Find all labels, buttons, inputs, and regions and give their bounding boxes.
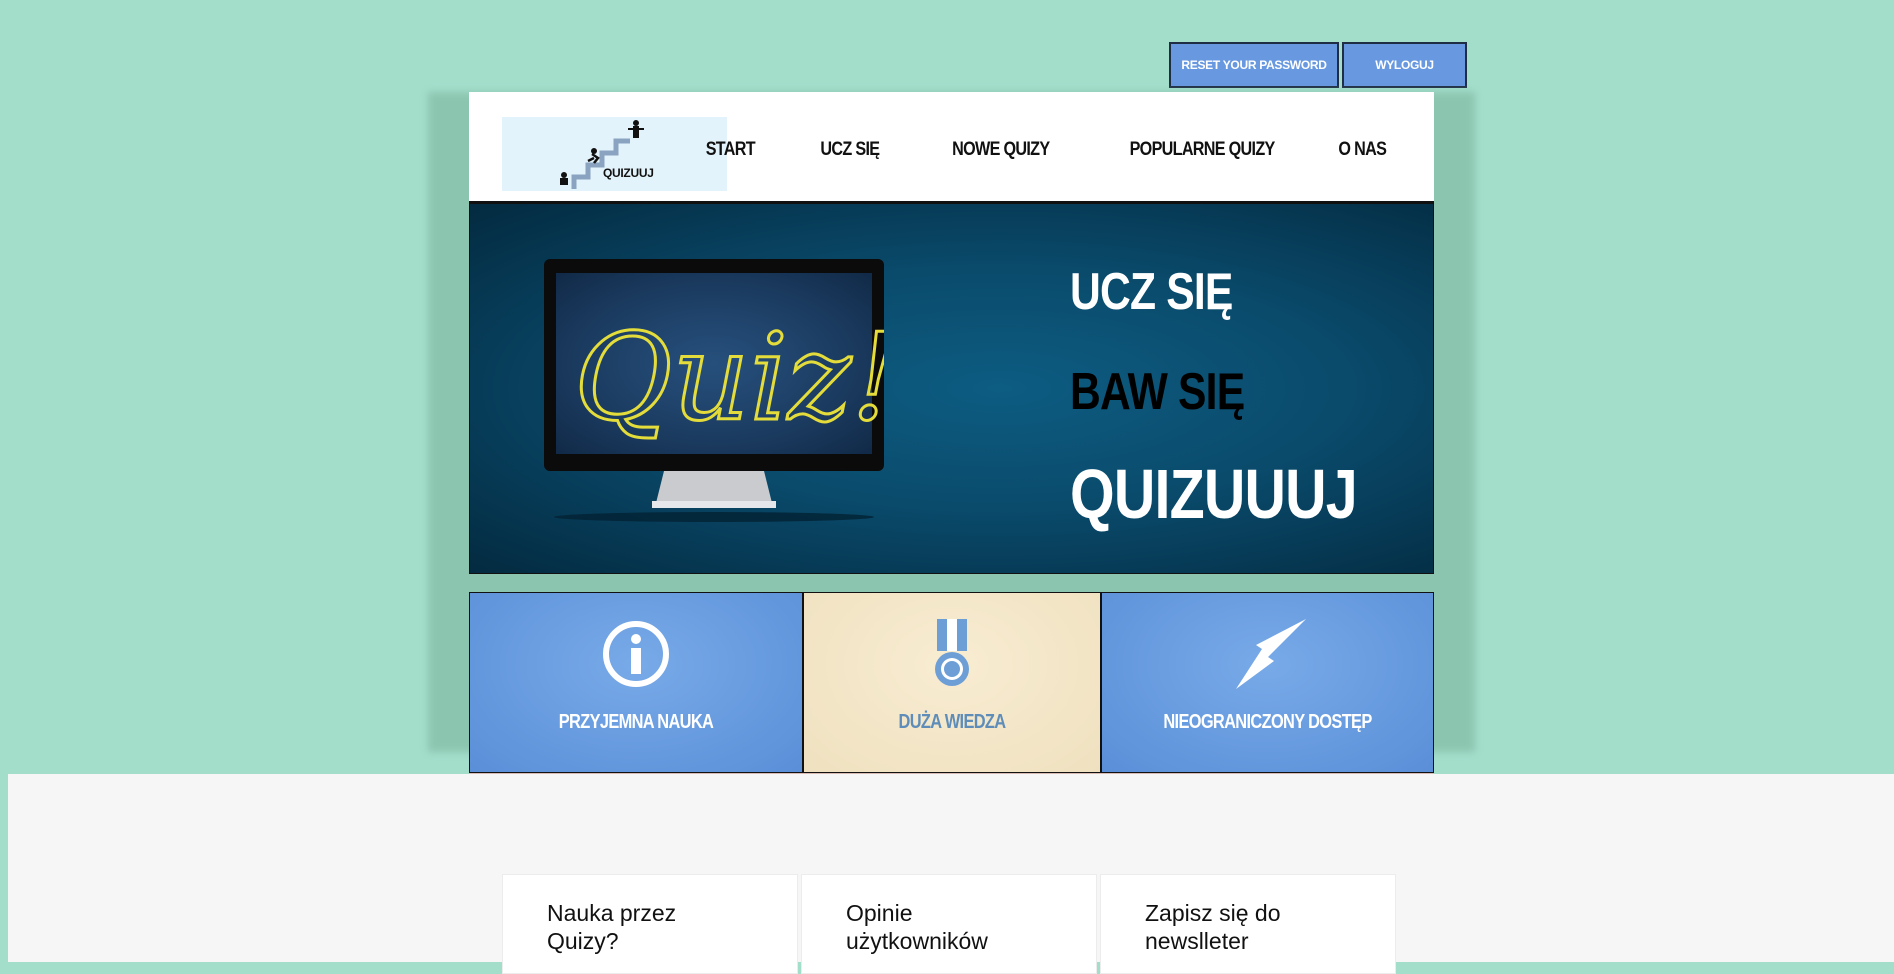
card-title: Zapisz się do newslleter <box>1145 900 1281 954</box>
hero-banner: Quiz! UCZ SIĘ BAW SIĘ QUIZUUUJ <box>469 203 1434 574</box>
feature-pleasant-learning[interactable]: PRZYJEMNA NAUKA <box>469 592 803 773</box>
nav-item-o-nas[interactable]: O NAS <box>1338 139 1386 161</box>
logo-text: QUIZUUJ <box>603 166 654 180</box>
card-title: Nauka przez Quizy? <box>547 900 677 954</box>
card-title: Opinie użytkowników <box>846 900 988 954</box>
nav-item-nowe-quizy[interactable]: NOWE QUIZY <box>952 139 1050 161</box>
info-icon <box>603 621 669 687</box>
main-container: QUIZUUJ START UCZ SIĘ NOWE QUIZY POPULAR… <box>469 92 1434 804</box>
lightning-icon <box>1235 619 1306 689</box>
nav-item-ucz-sie[interactable]: UCZ SIĘ <box>821 139 881 161</box>
feature-great-knowledge[interactable]: DUŻA WIEDZA <box>803 592 1101 773</box>
top-button-bar: RESET YOUR PASSWORD WYLOGUJ <box>1169 42 1467 88</box>
nav-item-start[interactable]: START <box>706 139 756 161</box>
features-row: PRZYJEMNA NAUKA DUŻA WIEDZA NIEOGRANICZO… <box>469 592 1434 773</box>
main-nav: START UCZ SIĘ NOWE QUIZY POPULARNE QUIZY… <box>642 139 1387 161</box>
card-newsletter-signup[interactable]: Zapisz się do newslleter <box>1100 874 1396 974</box>
reset-password-button[interactable]: RESET YOUR PASSWORD <box>1169 42 1339 88</box>
feature-unlimited-access[interactable]: NIEOGRANICZONY DOSTĘP <box>1101 592 1434 773</box>
lower-section: Nauka przez Quizy? Opinie użytkowników Z… <box>8 774 1894 974</box>
feature-label: PRZYJEMNA NAUKA <box>558 711 714 733</box>
hero-line-play: BAW SIĘ <box>1070 363 1245 421</box>
site-header: QUIZUUJ START UCZ SIĘ NOWE QUIZY POPULAR… <box>469 92 1434 203</box>
hero-line-learn: UCZ SIĘ <box>1070 263 1233 321</box>
medal-icon <box>935 619 969 686</box>
logout-button[interactable]: WYLOGUJ <box>1342 42 1467 88</box>
card-learning-through-quizzes[interactable]: Nauka przez Quizy? <box>502 874 798 974</box>
feature-label: NIEOGRANICZONY DOSTĘP <box>1163 711 1372 733</box>
info-cards: Nauka przez Quizy? Opinie użytkowników Z… <box>502 874 1396 974</box>
nav-item-popularne-quizy[interactable]: POPULARNE QUIZY <box>1130 139 1276 161</box>
card-user-opinions[interactable]: Opinie użytkowników <box>801 874 1097 974</box>
monitor-illustration-icon: Quiz! <box>544 259 884 522</box>
feature-label: DUŻA WIEDZA <box>898 711 1007 733</box>
hero-line-quiz: QUIZUUUJ <box>1070 455 1358 533</box>
screen-text: Quiz! <box>574 309 884 448</box>
